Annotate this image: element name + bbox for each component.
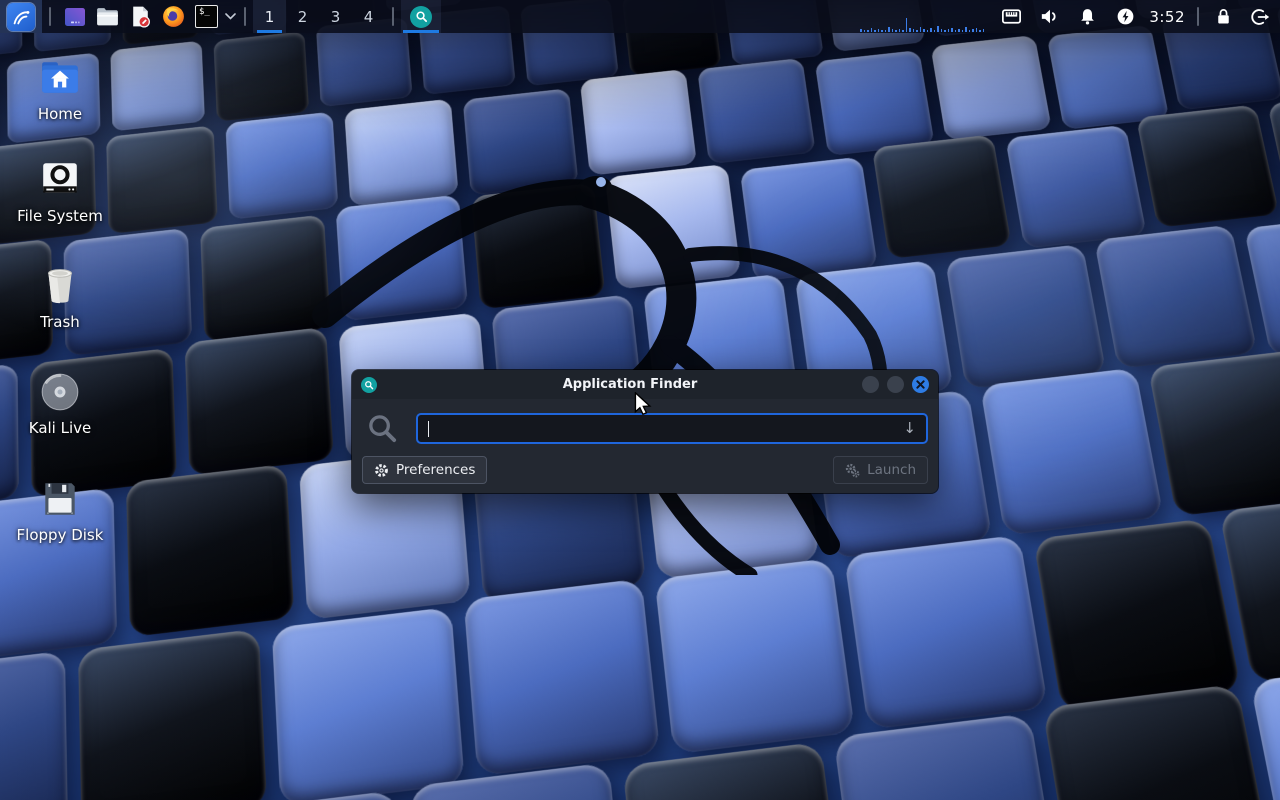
search-input[interactable]: ↓ (416, 413, 928, 444)
clock[interactable]: 3:52 (1144, 0, 1190, 33)
lock-screen-button[interactable] (1206, 0, 1240, 33)
optical-disc-icon (39, 372, 81, 412)
workspace-2-label: 2 (298, 8, 308, 26)
desktop-icon-label: Kali Live (29, 419, 92, 437)
firefox-icon (161, 4, 186, 29)
desktop-icon-kali-live[interactable]: Kali Live (10, 372, 110, 437)
trash-can-icon (39, 266, 81, 306)
text-caret (428, 421, 429, 437)
top-panel: $_ 1 2 3 4 (0, 0, 1280, 33)
minimize-button[interactable] (862, 376, 879, 393)
workspace-3-label: 3 (331, 8, 341, 26)
panel-separator (244, 7, 246, 26)
desktop-icon-home[interactable]: Home (10, 58, 110, 123)
terminal-launcher[interactable]: $_ (190, 0, 223, 33)
desktop-icon-trash[interactable]: Trash (10, 266, 110, 331)
application-finder-task-icon (410, 6, 432, 28)
desktop-icon-floppy-disk[interactable]: Floppy Disk (10, 479, 110, 544)
workspace-1[interactable]: 1 (253, 0, 286, 33)
volume-tray-button[interactable] (1030, 0, 1068, 33)
launch-button[interactable]: Launch (833, 456, 928, 484)
launch-label: Launch (867, 462, 916, 478)
ethernet-icon (1000, 5, 1023, 28)
notifications-tray-button[interactable] (1068, 0, 1106, 33)
chevron-down-icon (225, 13, 236, 20)
terminal-launcher-dropdown[interactable] (223, 0, 237, 33)
panel-separator (49, 7, 51, 26)
desktop-icon-label: File System (17, 207, 103, 225)
power-manager-tray-button[interactable] (1106, 0, 1144, 33)
workspace-4-label: 4 (364, 8, 374, 26)
file-manager-launcher[interactable] (91, 0, 124, 33)
workspace-4[interactable]: 4 (352, 0, 385, 33)
maximize-button[interactable] (887, 376, 904, 393)
clock-time: 3:52 (1144, 8, 1190, 26)
search-icon (366, 412, 399, 445)
network-monitor-graph[interactable] (860, 0, 984, 34)
floppy-disk-icon (39, 479, 81, 519)
kali-menu-button[interactable] (0, 0, 42, 33)
terminal-icon: $_ (195, 5, 218, 28)
lock-icon (1213, 6, 1234, 27)
workspace-2[interactable]: 2 (286, 0, 319, 33)
power-bolt-icon (1115, 6, 1136, 27)
close-button[interactable] (912, 376, 929, 393)
preferences-label: Preferences (396, 462, 475, 478)
launch-gears-icon (845, 463, 860, 478)
desktop-icon-label: Trash (40, 313, 80, 331)
bell-icon (1077, 6, 1098, 27)
workspace-1-label: 1 (265, 8, 275, 26)
kali-dragon-silhouette (270, 75, 910, 575)
application-finder-window: Application Finder ↓ (352, 370, 938, 493)
workspace-3[interactable]: 3 (319, 0, 352, 33)
desktop-icon-label: Floppy Disk (17, 526, 104, 544)
logout-icon (1249, 6, 1271, 28)
application-finder-window-icon (361, 377, 377, 393)
speaker-icon (1038, 5, 1061, 28)
gear-icon (374, 463, 389, 478)
show-desktop-icon (63, 5, 87, 29)
close-icon (916, 380, 925, 389)
tasklist-application-finder[interactable] (401, 0, 441, 33)
terminal-prompt-glyph: $_ (199, 7, 210, 17)
window-title: Application Finder (412, 377, 848, 392)
kali-logo-icon (7, 3, 35, 31)
hard-disk-icon (39, 160, 81, 200)
preferences-button[interactable]: Preferences (362, 456, 487, 484)
desktop-icon-file-system[interactable]: File System (10, 160, 110, 225)
dropdown-arrow-icon[interactable]: ↓ (903, 421, 916, 436)
network-tray-button[interactable] (992, 0, 1030, 33)
home-folder-icon (39, 58, 81, 98)
firefox-launcher[interactable] (157, 0, 190, 33)
desktop-icon-label: Home (38, 105, 82, 123)
folder-icon (95, 4, 120, 29)
panel-separator (1197, 7, 1199, 26)
text-editor-icon (128, 4, 153, 29)
text-editor-launcher[interactable] (124, 0, 157, 33)
logout-button[interactable] (1240, 0, 1280, 33)
titlebar[interactable]: Application Finder (352, 370, 938, 399)
show-desktop-launcher[interactable] (58, 0, 91, 33)
panel-separator (392, 7, 394, 26)
